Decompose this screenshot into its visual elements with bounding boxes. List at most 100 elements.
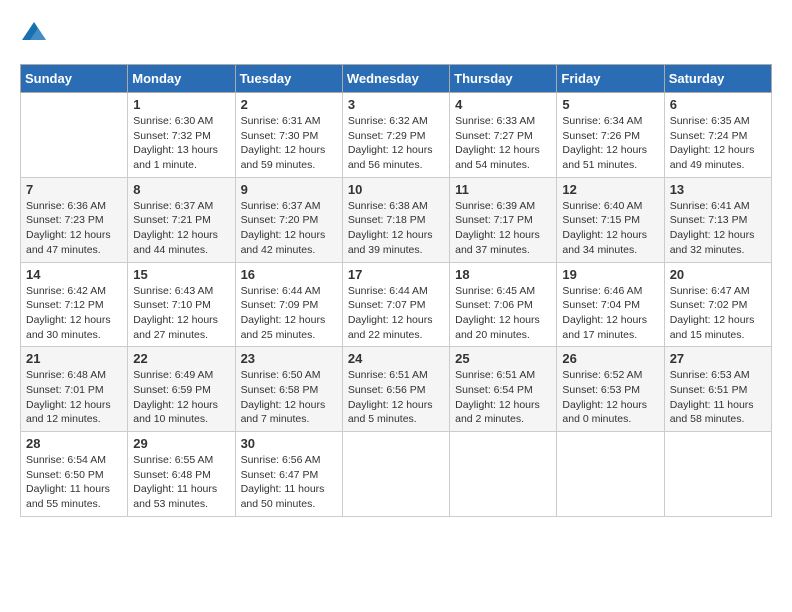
- calendar-cell: 25 Sunrise: 6:51 AM Sunset: 6:54 PM Dayli…: [450, 347, 557, 432]
- calendar-cell: 29Sunrise: 6:55 AM Sunset: 6:48 PM Dayli…: [128, 432, 235, 517]
- day-number: 20: [670, 267, 766, 282]
- day-info: Sunrise: 6:52 AM Sunset: 6:53 PM Dayligh…: [562, 368, 658, 427]
- day-number: 18: [455, 267, 551, 282]
- day-number: 16: [241, 267, 337, 282]
- day-number: 4: [455, 97, 551, 112]
- calendar-cell: 7 Sunrise: 6:36 AM Sunset: 7:23 PM Daylig…: [21, 177, 128, 262]
- day-info: Sunrise: 6:34 AM Sunset: 7:26 PM Dayligh…: [562, 114, 658, 173]
- day-info: Sunrise: 6:36 AM Sunset: 7:23 PM Dayligh…: [26, 199, 122, 258]
- calendar-cell: 2 Sunrise: 6:31 AM Sunset: 7:30 PM Daylig…: [235, 93, 342, 178]
- day-number: 3: [348, 97, 444, 112]
- day-number: 2: [241, 97, 337, 112]
- day-number: 29: [133, 436, 229, 451]
- calendar-cell: 28 Sunrise: 6:54 AM Sunset: 6:50 PM Dayli…: [21, 432, 128, 517]
- day-info: Sunrise: 6:32 AM Sunset: 7:29 PM Dayligh…: [348, 114, 444, 173]
- day-info: Sunrise: 6:56 AM Sunset: 6:47 PM Dayligh…: [241, 453, 337, 512]
- header-cell-wednesday: Wednesday: [342, 65, 449, 93]
- day-info: Sunrise: 6:30 AM Sunset: 7:32 PM Dayligh…: [133, 114, 229, 173]
- day-number: 14: [26, 267, 122, 282]
- day-info: Sunrise: 6:51 AM Sunset: 6:54 PM Dayligh…: [455, 368, 551, 427]
- header-cell-sunday: Sunday: [21, 65, 128, 93]
- calendar-cell: [450, 432, 557, 517]
- calendar-cell: 21 Sunrise: 6:48 AM Sunset: 7:01 PM Dayli…: [21, 347, 128, 432]
- week-row-3: 14 Sunrise: 6:42 AM Sunset: 7:12 PM Dayli…: [21, 262, 772, 347]
- logo: [20, 20, 52, 48]
- day-info: Sunrise: 6:33 AM Sunset: 7:27 PM Dayligh…: [455, 114, 551, 173]
- header-cell-thursday: Thursday: [450, 65, 557, 93]
- calendar-cell: 15 Sunrise: 6:43 AM Sunset: 7:10 PM Dayli…: [128, 262, 235, 347]
- calendar-cell: [557, 432, 664, 517]
- calendar-cell: 23Sunrise: 6:50 AM Sunset: 6:58 PM Dayli…: [235, 347, 342, 432]
- calendar-cell: 26 Sunrise: 6:52 AM Sunset: 6:53 PM Dayli…: [557, 347, 664, 432]
- day-number: 17: [348, 267, 444, 282]
- calendar-cell: 16 Sunrise: 6:44 AM Sunset: 7:09 PM Dayli…: [235, 262, 342, 347]
- calendar-cell: 24 Sunrise: 6:51 AM Sunset: 6:56 PM Dayli…: [342, 347, 449, 432]
- day-number: 21: [26, 351, 122, 366]
- calendar-cell: 20 Sunrise: 6:47 AM Sunset: 7:02 PM Dayli…: [664, 262, 771, 347]
- calendar-cell: [21, 93, 128, 178]
- calendar-cell: 19Sunrise: 6:46 AM Sunset: 7:04 PM Dayli…: [557, 262, 664, 347]
- calendar-cell: 12Sunrise: 6:40 AM Sunset: 7:15 PM Dayli…: [557, 177, 664, 262]
- day-number: 26: [562, 351, 658, 366]
- day-info: Sunrise: 6:46 AM Sunset: 7:04 PM Dayligh…: [562, 284, 658, 343]
- day-info: Sunrise: 6:51 AM Sunset: 6:56 PM Dayligh…: [348, 368, 444, 427]
- calendar-cell: 1 Sunrise: 6:30 AM Sunset: 7:32 PM Daylig…: [128, 93, 235, 178]
- calendar-cell: 5Sunrise: 6:34 AM Sunset: 7:26 PM Daylig…: [557, 93, 664, 178]
- day-info: Sunrise: 6:54 AM Sunset: 6:50 PM Dayligh…: [26, 453, 122, 512]
- week-row-4: 21 Sunrise: 6:48 AM Sunset: 7:01 PM Dayli…: [21, 347, 772, 432]
- day-info: Sunrise: 6:39 AM Sunset: 7:17 PM Dayligh…: [455, 199, 551, 258]
- calendar-cell: [342, 432, 449, 517]
- day-info: Sunrise: 6:38 AM Sunset: 7:18 PM Dayligh…: [348, 199, 444, 258]
- day-number: 10: [348, 182, 444, 197]
- calendar-cell: 14 Sunrise: 6:42 AM Sunset: 7:12 PM Dayli…: [21, 262, 128, 347]
- day-info: Sunrise: 6:31 AM Sunset: 7:30 PM Dayligh…: [241, 114, 337, 173]
- day-number: 7: [26, 182, 122, 197]
- day-number: 13: [670, 182, 766, 197]
- calendar-cell: 17 Sunrise: 6:44 AM Sunset: 7:07 PM Dayli…: [342, 262, 449, 347]
- day-number: 15: [133, 267, 229, 282]
- day-number: 9: [241, 182, 337, 197]
- day-info: Sunrise: 6:42 AM Sunset: 7:12 PM Dayligh…: [26, 284, 122, 343]
- day-number: 6: [670, 97, 766, 112]
- calendar-cell: 27Sunrise: 6:53 AM Sunset: 6:51 PM Dayli…: [664, 347, 771, 432]
- header-cell-monday: Monday: [128, 65, 235, 93]
- day-info: Sunrise: 6:47 AM Sunset: 7:02 PM Dayligh…: [670, 284, 766, 343]
- logo-icon: [20, 20, 48, 48]
- day-info: Sunrise: 6:44 AM Sunset: 7:07 PM Dayligh…: [348, 284, 444, 343]
- day-number: 28: [26, 436, 122, 451]
- day-info: Sunrise: 6:44 AM Sunset: 7:09 PM Dayligh…: [241, 284, 337, 343]
- calendar-table: SundayMondayTuesdayWednesdayThursdayFrid…: [20, 64, 772, 517]
- calendar-cell: 9 Sunrise: 6:37 AM Sunset: 7:20 PM Daylig…: [235, 177, 342, 262]
- calendar-cell: 22 Sunrise: 6:49 AM Sunset: 6:59 PM Dayli…: [128, 347, 235, 432]
- day-number: 30: [241, 436, 337, 451]
- day-number: 23: [241, 351, 337, 366]
- header-row: SundayMondayTuesdayWednesdayThursdayFrid…: [21, 65, 772, 93]
- day-info: Sunrise: 6:48 AM Sunset: 7:01 PM Dayligh…: [26, 368, 122, 427]
- day-info: Sunrise: 6:41 AM Sunset: 7:13 PM Dayligh…: [670, 199, 766, 258]
- day-info: Sunrise: 6:37 AM Sunset: 7:20 PM Dayligh…: [241, 199, 337, 258]
- week-row-5: 28 Sunrise: 6:54 AM Sunset: 6:50 PM Dayli…: [21, 432, 772, 517]
- calendar-cell: 10 Sunrise: 6:38 AM Sunset: 7:18 PM Dayli…: [342, 177, 449, 262]
- calendar-cell: 11 Sunrise: 6:39 AM Sunset: 7:17 PM Dayli…: [450, 177, 557, 262]
- day-number: 27: [670, 351, 766, 366]
- header-cell-friday: Friday: [557, 65, 664, 93]
- day-info: Sunrise: 6:43 AM Sunset: 7:10 PM Dayligh…: [133, 284, 229, 343]
- day-number: 8: [133, 182, 229, 197]
- day-info: Sunrise: 6:40 AM Sunset: 7:15 PM Dayligh…: [562, 199, 658, 258]
- calendar-cell: [664, 432, 771, 517]
- week-row-2: 7 Sunrise: 6:36 AM Sunset: 7:23 PM Daylig…: [21, 177, 772, 262]
- day-info: Sunrise: 6:37 AM Sunset: 7:21 PM Dayligh…: [133, 199, 229, 258]
- day-number: 11: [455, 182, 551, 197]
- day-number: 24: [348, 351, 444, 366]
- week-row-1: 1 Sunrise: 6:30 AM Sunset: 7:32 PM Daylig…: [21, 93, 772, 178]
- day-number: 22: [133, 351, 229, 366]
- day-number: 25: [455, 351, 551, 366]
- calendar-cell: 30 Sunrise: 6:56 AM Sunset: 6:47 PM Dayli…: [235, 432, 342, 517]
- page-header: [20, 20, 772, 48]
- header-cell-saturday: Saturday: [664, 65, 771, 93]
- day-info: Sunrise: 6:49 AM Sunset: 6:59 PM Dayligh…: [133, 368, 229, 427]
- day-number: 1: [133, 97, 229, 112]
- calendar-cell: 18Sunrise: 6:45 AM Sunset: 7:06 PM Dayli…: [450, 262, 557, 347]
- calendar-cell: 8 Sunrise: 6:37 AM Sunset: 7:21 PM Daylig…: [128, 177, 235, 262]
- calendar-cell: 3 Sunrise: 6:32 AM Sunset: 7:29 PM Daylig…: [342, 93, 449, 178]
